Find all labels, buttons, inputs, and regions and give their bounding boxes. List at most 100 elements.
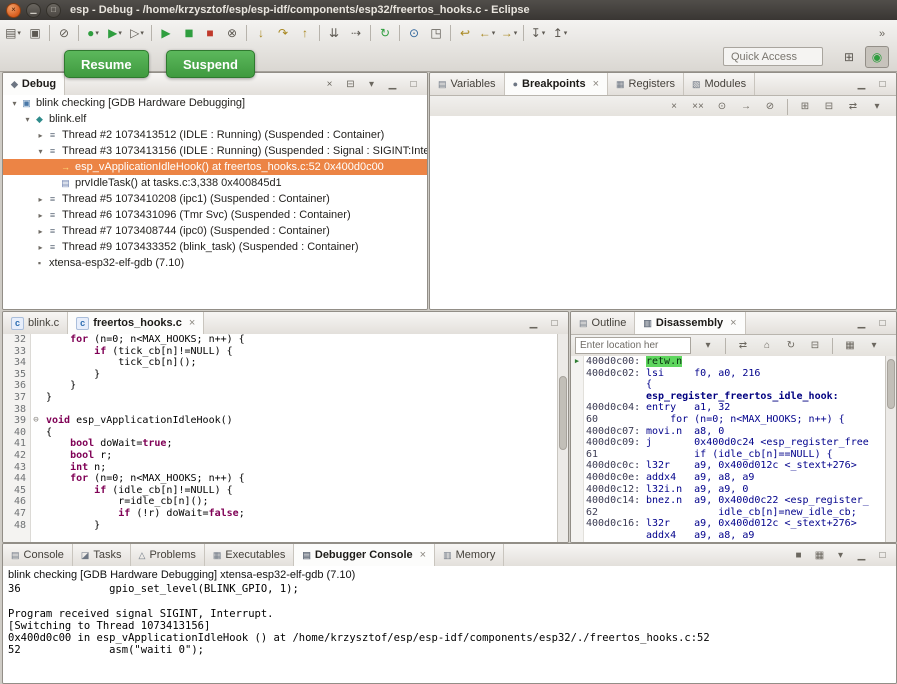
editor-vscrollbar[interactable] <box>557 334 568 542</box>
debug-tree-item[interactable]: →esp_vApplicationIdleHook() at freertos_… <box>3 159 427 175</box>
tree-expander-icon[interactable]: ▸ <box>35 211 46 220</box>
close-tab-icon[interactable]: × <box>420 549 426 561</box>
disconnect-button[interactable]: ⊗ <box>221 23 243 43</box>
terminate-button[interactable]: ■ <box>790 548 807 563</box>
minimize-button[interactable]: ▁ <box>384 77 401 92</box>
right-middle-tab-outline[interactable]: ▤Outline <box>571 312 635 334</box>
collapse-all-button[interactable]: ⊟ <box>819 98 839 115</box>
close-tab-icon[interactable]: × <box>189 317 195 329</box>
editor-tab-blink-c[interactable]: cblink.c <box>3 312 68 334</box>
editor-code[interactable]: 32 for (n=0; n<MAX_HOOKS; n++) {33 if (t… <box>3 334 558 542</box>
new-wizard-button[interactable]: ▤▾ <box>2 23 24 43</box>
tree-expander-icon[interactable]: ▸ <box>35 131 46 140</box>
debug-tree-item[interactable]: ▸≡Thread #7 1073408744 (ipc0) (Suspended… <box>3 223 427 239</box>
minimize-button[interactable]: ▁ <box>853 77 870 92</box>
drop-to-frame-button[interactable]: ⇊ <box>323 23 345 43</box>
view-menu-button[interactable]: ▾ <box>832 548 849 563</box>
restart-button[interactable]: ↻ <box>374 23 396 43</box>
skip-all-breakpoints-button[interactable]: ⊘ <box>53 23 75 43</box>
top-right-tab-variables[interactable]: ▤Variables <box>430 73 505 95</box>
window-maximize-button[interactable]: □ <box>46 3 61 18</box>
step-return-button[interactable]: ↑ <box>294 23 316 43</box>
debug-tree-item[interactable]: ▪xtensa-esp32-elf-gdb (7.10) <box>3 255 427 271</box>
debug-tree-item[interactable]: ▸≡Thread #9 1073433352 (blink_task) (Sus… <box>3 239 427 255</box>
minimize-button[interactable]: ▁ <box>853 548 870 563</box>
disassembly-content[interactable]: ▶400d0c00:retw.n400d0c02:lsi f0, a0, 216… <box>571 356 886 542</box>
debug-perspective-button[interactable]: ◉ <box>865 46 889 68</box>
disassembly-vscroll-thumb[interactable] <box>887 359 895 409</box>
previous-annotation-button[interactable]: ↥▾ <box>549 23 571 43</box>
debug-tree-item[interactable]: ▾▣blink checking [GDB Hardware Debugging… <box>3 95 427 111</box>
show-breakpoints-for-selection-button[interactable]: ⊙ <box>712 98 732 115</box>
save-button[interactable]: ▣ <box>24 23 46 43</box>
view-menu-button[interactable]: ▾ <box>363 77 380 92</box>
maximize-button[interactable]: □ <box>405 77 422 92</box>
console-tab-executables[interactable]: ▦Executables <box>205 544 294 566</box>
tree-expander-icon[interactable]: ▸ <box>35 195 46 204</box>
back-button[interactable]: ←▾ <box>476 23 498 43</box>
home-button[interactable]: ⌂ <box>757 337 777 354</box>
remove-all-breakpoints-button[interactable]: ×× <box>688 98 708 115</box>
debug-tree-item[interactable]: ▾≡Thread #3 1073413156 (IDLE : Running) … <box>3 143 427 159</box>
maximize-button[interactable]: □ <box>546 316 563 331</box>
resume-button[interactable]: ▶ <box>155 23 177 43</box>
skip-all-breakpoints-button[interactable]: ⊘ <box>760 98 780 115</box>
remove-all-terminated-button[interactable]: × <box>321 77 338 92</box>
export-button[interactable]: ⊟ <box>805 337 825 354</box>
tree-expander-icon[interactable]: ▾ <box>35 147 46 156</box>
debug-tab-debug[interactable]: ◆Debug <box>3 73 65 95</box>
sync-with-context-button[interactable]: ⇄ <box>733 337 753 354</box>
editor-vscroll-thumb[interactable] <box>559 376 567 450</box>
top-right-tab-modules[interactable]: ▧Modules <box>684 73 755 95</box>
debug-tree-item[interactable]: ▾◆blink.elf <box>3 111 427 127</box>
close-tab-icon[interactable]: × <box>593 78 599 90</box>
top-right-tab-registers[interactable]: ▦Registers <box>608 73 684 95</box>
window-close-button[interactable]: × <box>6 3 21 18</box>
tree-expander-icon[interactable]: ▾ <box>9 99 20 108</box>
tree-expander-icon[interactable]: ▾ <box>22 115 33 124</box>
debug-tree-item[interactable]: ▸≡Thread #5 1073410208 (ipc1) (Suspended… <box>3 191 427 207</box>
link-with-debug-view-button[interactable]: ⇄ <box>843 98 863 115</box>
expand-all-button[interactable]: ⊞ <box>795 98 815 115</box>
step-over-button[interactable]: ↷ <box>272 23 294 43</box>
editor-tab-freertos-hooks-c[interactable]: cfreertos_hooks.c× <box>68 312 204 334</box>
remove-breakpoint-button[interactable]: × <box>664 98 684 115</box>
open-perspective-button[interactable]: ⊞ <box>838 47 860 67</box>
console-tab-problems[interactable]: △Problems <box>131 544 205 566</box>
disassembly-vscrollbar[interactable] <box>885 356 896 542</box>
last-edit-location-button[interactable]: ↩ <box>454 23 476 43</box>
view-menu-button[interactable]: ▾ <box>864 337 884 354</box>
maximize-button[interactable]: □ <box>874 548 891 563</box>
console-tab-debugger-console[interactable]: ▤Debugger Console× <box>294 544 435 566</box>
run-button[interactable]: ▶▾ <box>104 23 126 43</box>
go-to-file-for-breakpoint-button[interactable]: → <box>736 98 756 115</box>
debug-tree-item[interactable]: ▤prvIdleTask() at tasks.c:3,338 0x400845… <box>3 175 427 191</box>
close-tab-icon[interactable]: × <box>730 317 736 329</box>
open-element-button[interactable]: ◳ <box>425 23 447 43</box>
console-body[interactable]: blink checking [GDB Hardware Debugging] … <box>3 566 896 683</box>
next-annotation-button[interactable]: ↧▾ <box>527 23 549 43</box>
console-tab-tasks[interactable]: ◪Tasks <box>73 544 131 566</box>
maximize-button[interactable]: □ <box>874 316 891 331</box>
maximize-button[interactable]: □ <box>874 77 891 92</box>
open-new-view-button[interactable]: ▦ <box>840 337 860 354</box>
instruction-stepping-button[interactable]: ⇢ <box>345 23 367 43</box>
console-tab-memory[interactable]: ▥Memory <box>435 544 504 566</box>
location-input[interactable] <box>575 337 691 354</box>
forward-button[interactable]: →▾ <box>498 23 520 43</box>
toolbar-overflow-button[interactable]: » <box>871 24 893 44</box>
suspend-button[interactable]: ▮▮ <box>177 23 199 43</box>
top-right-tab-breakpoints[interactable]: ●Breakpoints× <box>505 73 608 95</box>
debug-tree-item[interactable]: ▸≡Thread #2 1073413512 (IDLE : Running) … <box>3 127 427 143</box>
minimize-button[interactable]: ▁ <box>525 316 542 331</box>
tree-expander-icon[interactable]: ▸ <box>35 227 46 236</box>
debug-button[interactable]: ●▾ <box>82 23 104 43</box>
external-tools-button[interactable]: ▷▾ <box>126 23 148 43</box>
console-tab-console[interactable]: ▤Console <box>3 544 73 566</box>
fold-collapse-icon[interactable]: ⊖ <box>30 415 42 427</box>
window-minimize-button[interactable]: ▁ <box>26 3 41 18</box>
right-middle-tab-disassembly[interactable]: ▥Disassembly× <box>635 312 745 334</box>
collapse-all-button[interactable]: ⊟ <box>342 77 359 92</box>
tree-expander-icon[interactable]: ▸ <box>35 243 46 252</box>
terminate-button[interactable]: ■ <box>199 23 221 43</box>
